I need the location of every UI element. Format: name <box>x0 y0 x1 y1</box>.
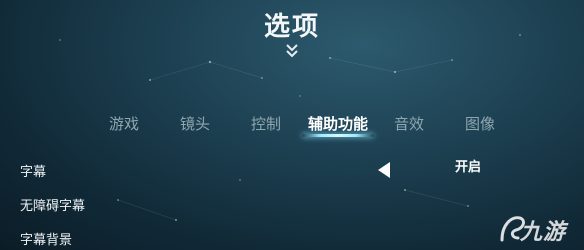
setting-subtitles-value: 开启 <box>455 160 482 175</box>
tab-label: 游戏 <box>108 115 140 133</box>
active-tab-indicator <box>301 134 375 137</box>
tab-accessibility[interactable]: 辅助功能 <box>301 113 375 137</box>
double-chevron-down-icon[interactable] <box>284 42 300 60</box>
tab-controls[interactable]: 控制 <box>251 113 281 134</box>
page-title: 选项 <box>263 12 320 42</box>
tab-graphics[interactable]: 图像 <box>465 113 495 134</box>
tab-label: 控制 <box>250 115 282 133</box>
tab-label: 音效 <box>393 115 425 133</box>
tab-camera[interactable]: 镜头 <box>180 113 210 134</box>
setting-subtitles-label[interactable]: 字幕 <box>20 161 46 180</box>
tab-label: 镜头 <box>179 115 211 133</box>
tab-label: 图像 <box>464 115 496 133</box>
setting-accessible-subtitles-label[interactable]: 无障碍字幕 <box>20 195 85 214</box>
tab-bar: 游戏 镜头 控制 辅助功能 音效 图像 <box>0 113 584 143</box>
watermark-text: 九游 <box>520 220 567 245</box>
tab-audio[interactable]: 音效 <box>394 113 424 134</box>
arrow-left-icon[interactable] <box>376 160 392 180</box>
tab-label: 辅助功能 <box>307 115 369 133</box>
tab-game[interactable]: 游戏 <box>109 113 139 134</box>
setting-subtitle-background-label[interactable]: 字幕背景 <box>20 229 72 248</box>
